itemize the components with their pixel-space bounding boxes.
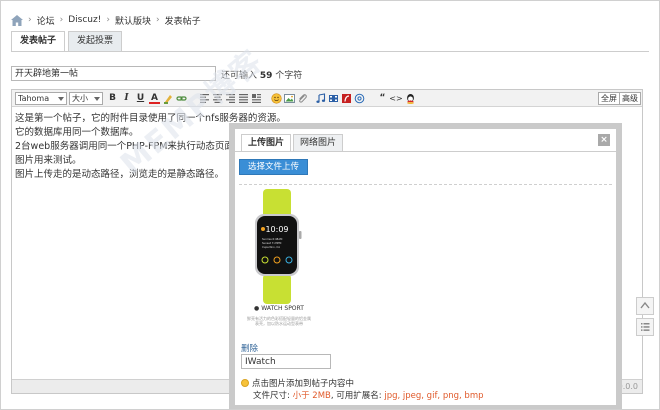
apple-logo-icon: ●: [254, 305, 260, 312]
upload-limits: 文件尺寸: 小于 2MB, 可用扩展名: jpg, jpeg, gif, png…: [253, 390, 484, 402]
at-icon[interactable]: [354, 93, 365, 104]
breadcrumb: › 论坛 › Discuz! › 默认版块 › 发表帖子: [11, 13, 201, 27]
breadcrumb-separator-icon: ›: [59, 15, 64, 25]
italic-button[interactable]: I: [121, 93, 132, 104]
list-icon: [641, 323, 650, 331]
list-view-button[interactable]: [636, 318, 654, 336]
advanced-mode-button[interactable]: 高级: [619, 92, 641, 105]
bold-button[interactable]: B: [107, 93, 118, 104]
choose-file-upload-button[interactable]: 选择文件上传: [239, 159, 309, 175]
tab-web-image[interactable]: 网络图片: [293, 134, 344, 151]
watch-time: 10:09: [265, 225, 288, 234]
font-size-value: 大小: [72, 94, 88, 103]
dialog-tabs: 上传图片 网络图片: [241, 134, 344, 151]
upload-tip: 点击图片添加到帖子内容中: [241, 378, 354, 390]
underline-button[interactable]: U: [135, 93, 146, 104]
breadcrumb-separator-icon: ›: [106, 15, 110, 25]
watch-caption: ● WATCH SPORT: [251, 305, 307, 312]
font-color-button[interactable]: A: [149, 93, 160, 104]
tip-text: 点击图片添加到帖子内容中: [252, 379, 355, 389]
breadcrumb-item-discuz[interactable]: Discuz!: [68, 15, 101, 25]
svg-text:Sunrise 6:48AM: Sunrise 6:48AM: [262, 237, 282, 241]
image-icon[interactable]: [284, 93, 295, 104]
lightbulb-icon: [241, 379, 249, 387]
flash-icon[interactable]: [341, 93, 352, 104]
dialog-divider: [239, 184, 612, 185]
home-icon[interactable]: [11, 14, 23, 26]
chevron-down-icon: [94, 97, 100, 101]
music-icon[interactable]: [315, 93, 326, 104]
video-icon[interactable]: [328, 93, 339, 104]
tab-new-poll[interactable]: 发起投票: [68, 31, 123, 51]
qq-icon[interactable]: [405, 93, 416, 104]
post-editor-page: › 论坛 › Discuz! › 默认版块 › 发表帖子 发表帖子 发起投票 开…: [0, 0, 660, 410]
font-size-select[interactable]: 大小: [69, 92, 103, 105]
breadcrumb-item-forum[interactable]: 论坛: [37, 14, 55, 27]
post-type-tabs: 发表帖子 发起投票: [11, 31, 123, 52]
delete-image-link[interactable]: 删除: [241, 342, 258, 354]
dialog-body: 上传图片 网络图片 × 选择文件上传 10:09 Sunrise 6:48AM …: [235, 129, 616, 405]
editor-toolbar: Tahoma 大小 B I U A “ <> 全屏 高级: [12, 90, 642, 107]
tab-divider: [11, 51, 649, 52]
arrow-up-icon: [640, 301, 650, 309]
attachment-icon[interactable]: [297, 93, 308, 104]
watch-description: 鲜亮有活力的色彩搭配轻量的铝金属表壳，加以防水运动型表带: [247, 316, 311, 326]
smiley-icon[interactable]: [271, 93, 282, 104]
quote-button[interactable]: “: [377, 93, 388, 104]
breadcrumb-item-current: 发表帖子: [164, 16, 201, 27]
svg-text:Sunset 7:23PM: Sunset 7:23PM: [262, 241, 281, 245]
tab-upload-image[interactable]: 上传图片: [241, 134, 292, 151]
breadcrumb-separator-icon: ›: [155, 15, 160, 25]
svg-text:Cupertino, CA: Cupertino, CA: [262, 245, 280, 249]
close-icon[interactable]: ×: [598, 134, 610, 146]
subject-input[interactable]: 开天辟地第一帖: [11, 66, 216, 81]
size-value: 小于 2MB: [292, 391, 331, 401]
size-label: 文件尺寸:: [253, 391, 290, 401]
float-icon[interactable]: [251, 93, 262, 104]
breadcrumb-item-default-board[interactable]: 默认版块: [115, 14, 151, 27]
ext-value: jpg, jpeg, gif, png, bmp: [384, 391, 484, 401]
back-to-top-button[interactable]: [636, 297, 654, 315]
fullscreen-button[interactable]: 全屏: [598, 92, 620, 105]
font-family-value: Tahoma: [18, 94, 50, 103]
code-button[interactable]: <>: [389, 93, 403, 104]
dialog-tab-divider: [235, 151, 616, 152]
font-family-select[interactable]: Tahoma: [15, 92, 67, 105]
image-upload-dialog: 上传图片 网络图片 × 选择文件上传 10:09 Sunrise 6:48AM …: [229, 123, 622, 409]
tab-new-post[interactable]: 发表帖子: [11, 31, 66, 52]
breadcrumb-separator-icon: ›: [28, 15, 32, 25]
chevron-down-icon: [58, 97, 64, 101]
image-title-input[interactable]: IWatch: [241, 354, 331, 369]
watch-caption-text: WATCH SPORT: [261, 305, 304, 312]
hint-suffix: 个字符: [275, 71, 303, 81]
ext-label: , 可用扩展名:: [330, 391, 382, 401]
